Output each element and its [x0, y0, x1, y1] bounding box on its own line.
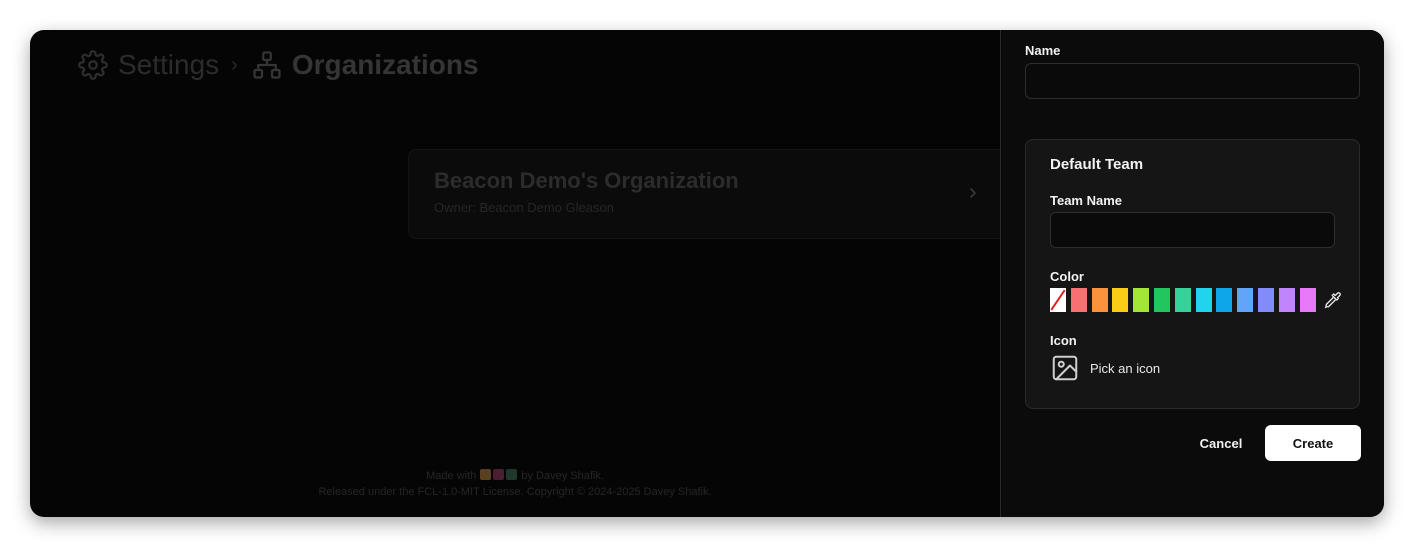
name-label: Name	[1025, 43, 1061, 58]
color-swatch-5[interactable]	[1153, 288, 1170, 312]
color-swatch-none[interactable]	[1050, 288, 1066, 312]
default-team-section: Default Team Team Name Color Icon Pick a…	[1025, 139, 1360, 409]
name-input[interactable]	[1025, 63, 1360, 99]
breadcrumb: Settings › Organizations	[78, 48, 479, 82]
background-page: Settings › Organizations Beacon Demo's O…	[30, 30, 1008, 517]
color-swatch-4[interactable]	[1133, 288, 1150, 312]
pick-icon-label: Pick an icon	[1090, 360, 1161, 376]
footer-made-with: Made with	[426, 470, 477, 482]
org-chart-icon	[252, 50, 282, 80]
create-button[interactable]: Create	[1265, 425, 1361, 461]
default-team-title: Default Team	[1050, 156, 1144, 173]
color-swatch-7[interactable]	[1195, 288, 1212, 312]
breadcrumb-organizations-label: Organizations	[291, 49, 479, 80]
team-name-label: Team Name	[1050, 193, 1123, 208]
team-name-input[interactable]	[1050, 212, 1335, 248]
organization-owner: Owner: Beacon Demo Gleason	[434, 200, 614, 215]
color-swatch-10[interactable]	[1257, 288, 1274, 312]
image-icon	[1050, 353, 1080, 383]
color-swatch-12[interactable]	[1299, 288, 1316, 312]
color-swatch-3[interactable]	[1112, 288, 1129, 312]
footer-license: Released under the FCL-1.0-MIT License. …	[318, 486, 712, 498]
color-label: Color	[1050, 269, 1084, 284]
emoji-3-icon	[506, 469, 518, 480]
gear-icon	[78, 50, 108, 80]
pick-icon-button[interactable]: Pick an icon	[1050, 353, 1160, 383]
breadcrumb-organizations: Organizations	[252, 49, 479, 81]
color-swatch-8[interactable]	[1216, 288, 1233, 312]
icon-label: Icon	[1050, 333, 1077, 348]
organization-name: Beacon Demo's Organization	[434, 168, 739, 193]
chevron-right-icon	[966, 185, 980, 201]
breadcrumb-settings-label: Settings	[118, 49, 220, 80]
app-window: Settings › Organizations Beacon Demo's O…	[30, 30, 1384, 517]
breadcrumb-settings[interactable]: Settings	[78, 49, 219, 81]
color-swatch-1[interactable]	[1070, 288, 1087, 312]
footer-by: by Davey Shafik.	[521, 470, 604, 482]
emoji-2-icon	[493, 469, 505, 480]
emoji-1-icon	[480, 469, 492, 480]
footer: Made with by Davey Shafik. Released unde…	[30, 468, 1000, 500]
footer-made-with-line: Made with by Davey Shafik.	[30, 468, 1000, 484]
eyedropper-icon[interactable]	[1324, 291, 1342, 309]
color-swatch-2[interactable]	[1091, 288, 1108, 312]
cancel-button[interactable]: Cancel	[1191, 425, 1251, 461]
color-swatch-11[interactable]	[1278, 288, 1295, 312]
color-swatch-9[interactable]	[1237, 288, 1254, 312]
organization-card[interactable]: Beacon Demo's Organization Owner: Beacon…	[408, 149, 1008, 239]
color-swatches	[1050, 288, 1342, 312]
create-organization-panel: Name Default Team Team Name Color Icon P…	[1000, 30, 1384, 517]
breadcrumb-separator: ›	[231, 53, 238, 76]
color-swatch-6[interactable]	[1174, 288, 1191, 312]
